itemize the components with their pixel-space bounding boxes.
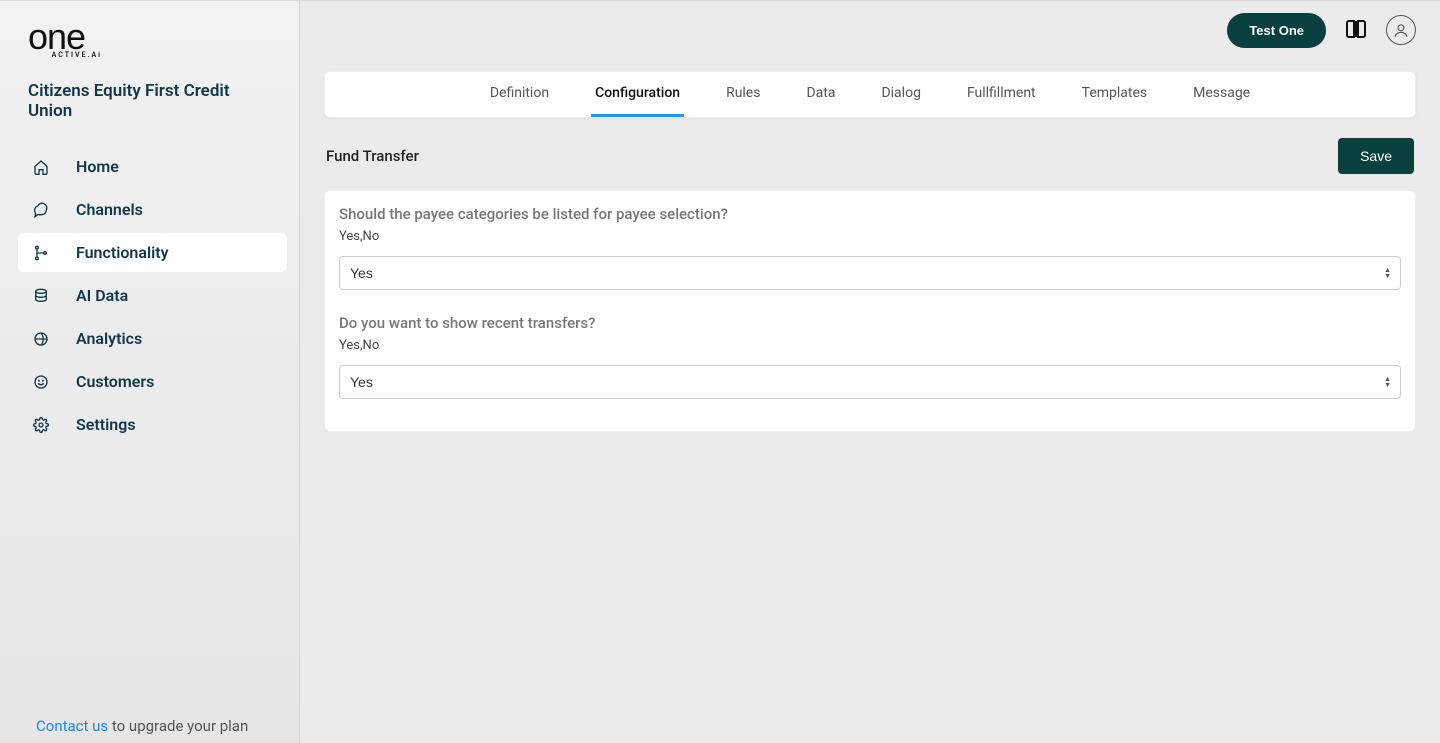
tabs: Definition Configuration Rules Data Dial…: [324, 71, 1416, 118]
question-hint: Yes,No: [339, 229, 1401, 244]
logo-main: one: [28, 21, 271, 53]
question-label: Do you want to show recent transfers?: [339, 314, 1401, 332]
main: Test One Definition Configuration Rules …: [300, 1, 1440, 743]
payee-categories-select[interactable]: Yes: [339, 256, 1401, 290]
tab-rules[interactable]: Rules: [722, 72, 764, 117]
sidebar-item-label: Customers: [76, 372, 154, 391]
sidebar-item-label: AI Data: [76, 286, 128, 305]
smiley-icon: [32, 373, 50, 391]
sidebar-item-label: Home: [76, 157, 119, 176]
sidebar-item-customers[interactable]: Customers: [18, 362, 287, 401]
sidebar-item-home[interactable]: Home: [18, 147, 287, 186]
sidebar-item-settings[interactable]: Settings: [18, 405, 287, 444]
sidebar-item-channels[interactable]: Channels: [18, 190, 287, 229]
logo: one ACTIVE.Ai: [0, 15, 299, 59]
tab-fullfillment[interactable]: Fullfillment: [963, 72, 1040, 117]
sidebar-item-ai-data[interactable]: AI Data: [18, 276, 287, 315]
sidebar-footer: Contact us to upgrade your plan: [0, 717, 299, 743]
docs-icon[interactable]: [1342, 16, 1370, 44]
tab-configuration[interactable]: Configuration: [591, 72, 684, 117]
content: Definition Configuration Rules Data Dial…: [300, 59, 1440, 743]
topbar: Test One: [300, 1, 1440, 59]
database-icon: [32, 287, 50, 305]
sidebar-item-analytics[interactable]: Analytics: [18, 319, 287, 358]
question-hint: Yes,No: [339, 338, 1401, 353]
sidebar-item-label: Channels: [76, 200, 143, 219]
save-button[interactable]: Save: [1338, 138, 1414, 174]
sidebar-item-functionality[interactable]: Functionality: [18, 233, 287, 272]
tab-templates[interactable]: Templates: [1078, 72, 1152, 117]
form-card: Should the payee categories be listed fo…: [324, 190, 1416, 432]
tab-message[interactable]: Message: [1189, 72, 1254, 117]
org-name: Citizens Equity First Credit Union: [0, 59, 299, 131]
sidebar-item-label: Settings: [76, 415, 136, 434]
section-header: Fund Transfer Save: [324, 118, 1416, 190]
home-icon: [32, 158, 50, 176]
page-title: Fund Transfer: [326, 147, 419, 165]
sidebar-item-label: Functionality: [76, 243, 169, 262]
avatar[interactable]: [1386, 15, 1416, 45]
chat-icon: [32, 201, 50, 219]
question-label: Should the payee categories be listed fo…: [339, 205, 1401, 223]
sidebar: one ACTIVE.Ai Citizens Equity First Cred…: [0, 1, 300, 743]
tab-data[interactable]: Data: [802, 72, 839, 117]
sidebar-nav: Home Channels Functionality AI Data: [0, 131, 299, 448]
sidebar-item-label: Analytics: [76, 329, 142, 348]
upgrade-text: to upgrade your plan: [108, 717, 248, 735]
form-group-payee-categories: Should the payee categories be listed fo…: [339, 205, 1401, 290]
recent-transfers-select[interactable]: Yes: [339, 365, 1401, 399]
tab-definition[interactable]: Definition: [486, 72, 553, 117]
tab-dialog[interactable]: Dialog: [877, 72, 924, 117]
gear-icon: [32, 416, 50, 434]
globe-icon: [32, 330, 50, 348]
tree-icon: [32, 244, 50, 262]
contact-us-link[interactable]: Contact us: [36, 717, 108, 735]
form-group-recent-transfers: Do you want to show recent transfers? Ye…: [339, 314, 1401, 399]
test-one-button[interactable]: Test One: [1227, 13, 1326, 48]
